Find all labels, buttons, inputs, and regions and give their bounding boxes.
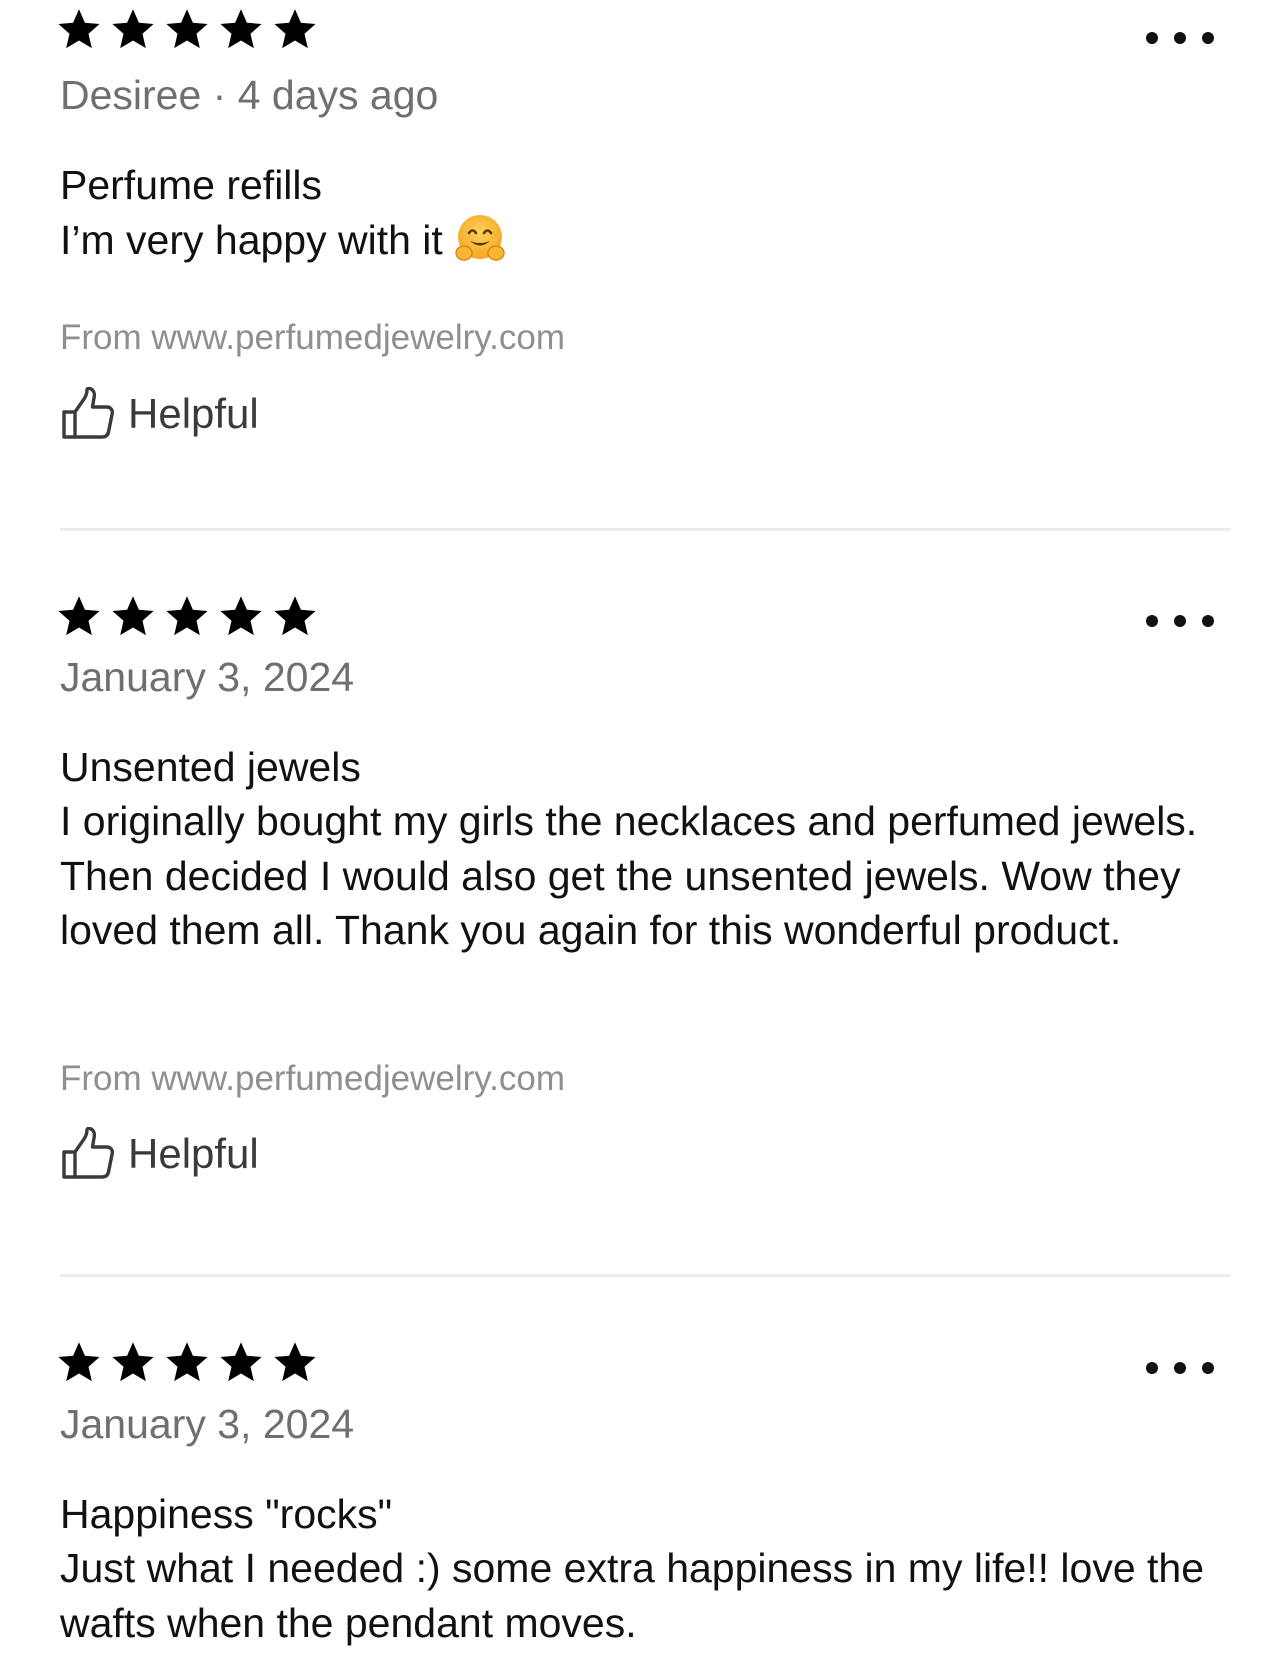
star-icon <box>162 593 212 641</box>
star-rating <box>54 6 320 54</box>
helpful-button[interactable]: Helpful <box>60 1126 259 1182</box>
review-card: Desiree · 4 days ago Perfume refills I’m… <box>60 6 1226 466</box>
thumbs-up-icon <box>60 1127 116 1181</box>
review-card: January 3, 2024 Unsented jewels I origin… <box>60 593 1226 1233</box>
review-title: Perfume refills <box>60 162 323 208</box>
more-options-button[interactable] <box>1142 1345 1218 1391</box>
star-icon <box>216 1339 266 1387</box>
star-rating <box>54 593 320 641</box>
star-icon <box>216 6 266 54</box>
review-date: January 3, 2024 <box>60 1401 355 1447</box>
review-date: January 3, 2024 <box>60 654 355 700</box>
helpful-label: Helpful <box>128 1130 259 1177</box>
star-icon <box>54 6 104 54</box>
review-meta: Desiree · 4 days ago <box>60 72 439 118</box>
more-icon <box>1142 15 1218 61</box>
more-icon <box>1142 598 1218 644</box>
review-body: Just what I needed :) some extra happine… <box>60 1545 1205 1646</box>
review-body: I originally bought my girls the necklac… <box>60 798 1198 953</box>
review-title: Happiness "rocks" <box>60 1491 393 1537</box>
star-icon <box>162 6 212 54</box>
review-source: From www.perfumedjewelry.com <box>60 318 566 357</box>
review-source: From www.perfumedjewelry.com <box>60 1059 566 1098</box>
star-icon <box>108 1339 158 1387</box>
review-card: January 3, 2024 Happiness "rocks" Just w… <box>60 1339 1226 1669</box>
star-icon <box>108 593 158 641</box>
star-rating <box>54 1339 320 1387</box>
helpful-button[interactable]: Helpful <box>60 386 259 442</box>
review-body-text: I’m very happy with it <box>60 217 443 263</box>
star-icon <box>270 593 320 641</box>
hugging-face-emoji-icon <box>455 215 505 261</box>
more-icon <box>1142 1345 1218 1391</box>
thumbs-up-icon <box>60 387 116 441</box>
star-icon <box>270 6 320 54</box>
star-icon <box>216 593 266 641</box>
review-divider <box>60 1274 1230 1277</box>
star-icon <box>162 1339 212 1387</box>
review-divider <box>60 528 1230 531</box>
star-icon <box>108 6 158 54</box>
helpful-label: Helpful <box>128 390 259 437</box>
review-body: I’m very happy with it <box>60 212 1226 268</box>
more-options-button[interactable] <box>1142 15 1218 61</box>
star-icon <box>270 1339 320 1387</box>
star-icon <box>54 593 104 641</box>
star-icon <box>54 1339 104 1387</box>
review-title: Unsented jewels <box>60 744 361 790</box>
more-options-button[interactable] <box>1142 598 1218 644</box>
